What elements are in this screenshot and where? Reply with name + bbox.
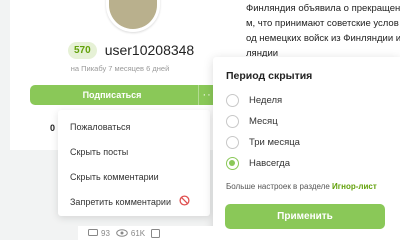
rating-badge: 570 [68,41,97,59]
views-stat: 61K [116,229,145,238]
subscribe-button[interactable]: Подписаться [30,85,218,105]
radio-label: Неделя [249,94,283,106]
views-count: 61K [130,228,146,238]
radio-option-three-months[interactable]: Три месяца [226,134,300,150]
post-stats-bar: 93 61K [78,226,213,240]
comment-icon [88,229,98,236]
menu-item-report[interactable]: Пожаловаться [58,114,210,139]
username[interactable]: user10208348 [105,42,195,58]
radio-option-week[interactable]: Неделя [226,92,282,108]
radio-circle-checked[interactable] [226,156,239,170]
article-line: Финляндия объявила о прекращени [246,3,400,14]
user-line: 570 user10208348 [68,40,194,60]
menu-item-hide-posts[interactable]: Скрыть посты [58,139,210,164]
settings-note: Больше настроек в разделе Игнор-лист [226,182,377,191]
panel-title: Период скрытия [226,70,313,82]
eye-icon [116,229,128,237]
radio-circle[interactable] [226,93,239,107]
save-stat[interactable] [151,228,161,238]
save-icon [151,228,161,238]
profile-stat-value: 0 [50,123,56,133]
menu-item-block-comments[interactable]: Запретить комментарии [58,189,210,214]
profile-meta: на Пикабу 7 месяцев 6 дней [70,64,170,73]
settings-note-text: Больше настроек в разделе [226,182,330,191]
hide-period-panel: Период скрытия Неделя Месяц Три месяца Н… [213,57,400,240]
menu-item-label: Запретить комментарии [70,196,171,207]
menu-item-label: Скрыть комментарии [70,171,159,182]
avatar[interactable] [106,0,160,32]
article-line: од немецких войск из Финляндии и [246,33,400,44]
menu-item-hide-comments[interactable]: Скрыть комментарии [58,164,210,189]
radio-label: Три месяца [249,136,300,148]
radio-label: Месяц [249,115,278,127]
radio-circle[interactable] [226,114,239,128]
menu-item-label: Скрыть посты [70,146,129,157]
radio-circle[interactable] [226,135,239,149]
radio-option-month[interactable]: Месяц [226,113,278,129]
radio-label: Навсегда [249,157,290,169]
apply-button[interactable]: Применить [225,204,385,229]
menu-item-label: Пожаловаться [70,121,131,132]
article-text: Финляндия объявила о прекращени м, что п… [246,0,400,60]
ignore-list-link[interactable]: Игнор-лист [332,182,377,191]
page: 570 user10208348 на Пикабу 7 месяцев 6 д… [0,0,400,240]
comments-stat[interactable]: 93 [88,229,110,238]
article-line: м, что принимают советские услов [246,18,399,29]
ban-icon [179,195,190,208]
profile-options-menu: Пожаловаться Скрыть посты Скрыть коммент… [58,110,210,216]
comments-count: 93 [101,228,110,238]
radio-option-forever[interactable]: Навсегда [226,155,290,171]
